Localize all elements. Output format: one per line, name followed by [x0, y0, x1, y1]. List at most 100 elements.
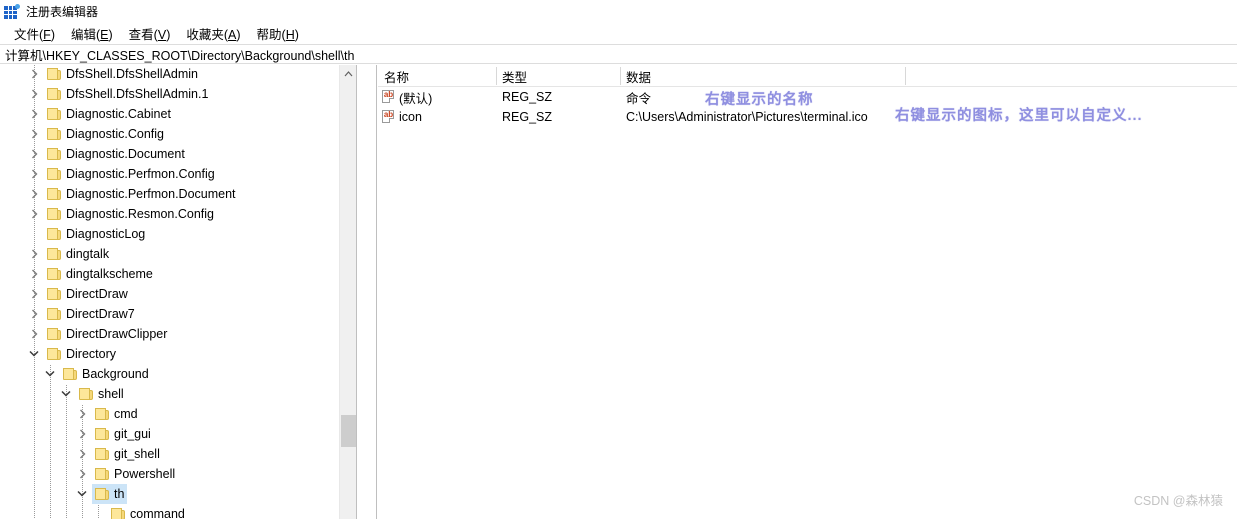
main-content: DfsShell.DfsShellAdmin DfsShell.DfsShellA… [0, 65, 1237, 519]
pane-splitter[interactable] [356, 65, 377, 519]
tree-item[interactable]: git_gui [0, 424, 356, 444]
chevron-right-icon[interactable] [76, 464, 92, 484]
chevron-down-icon[interactable] [28, 344, 44, 364]
tree-item[interactable]: Diagnostic.Resmon.Config [0, 204, 356, 224]
tree-item[interactable]: DirectDraw7 [0, 304, 356, 324]
folder-icon [92, 404, 112, 424]
tree-leaf-spacer [28, 224, 44, 244]
tree-item-label: cmd [114, 407, 138, 421]
chevron-right-icon[interactable] [76, 444, 92, 464]
value-type-cell: REG_SZ [502, 110, 553, 124]
chevron-right-icon[interactable] [28, 204, 44, 224]
folder-icon [44, 84, 64, 104]
chevron-down-icon[interactable] [76, 484, 92, 504]
folder-icon [108, 504, 128, 519]
tree-item-label: Diagnostic.Config [66, 127, 164, 141]
chevron-right-icon[interactable] [28, 304, 44, 324]
value-name-cell: ab (默认) [382, 87, 432, 107]
chevron-down-icon[interactable] [44, 364, 60, 384]
tree-item[interactable]: Directory [0, 344, 356, 364]
tree-item[interactable]: Diagnostic.Perfmon.Document [0, 184, 356, 204]
tree-item[interactable]: th [0, 484, 356, 504]
folder-icon [60, 364, 80, 384]
folder-icon [44, 284, 64, 304]
address-bar[interactable]: 计算机\HKEY_CLASSES_ROOT\Directory\Backgrou… [0, 44, 1237, 64]
menu-edit[interactable]: 编辑(E) [64, 22, 120, 45]
chevron-right-icon[interactable] [28, 104, 44, 124]
annotation-text: 右键显示的图标，这里可以自定义... [895, 108, 1143, 124]
tree-leaf-spacer [92, 504, 108, 519]
column-header[interactable]: 名称 [378, 65, 496, 87]
tree-item[interactable]: command [0, 504, 356, 519]
tree-item[interactable]: Background [0, 364, 356, 384]
value-name-cell: ab icon [382, 107, 422, 127]
tree-item-label: Diagnostic.Document [66, 147, 185, 161]
folder-icon [44, 344, 64, 364]
registry-path: 计算机\HKEY_CLASSES_ROOT\Directory\Backgrou… [5, 48, 355, 63]
folder-icon [92, 484, 112, 504]
values-column-header: 名称 类型 数据 [378, 65, 1237, 87]
chevron-right-icon[interactable] [28, 184, 44, 204]
menu-file[interactable]: 文件(F) [7, 22, 62, 45]
string-value-icon: ab [382, 110, 396, 124]
tree-item[interactable]: Diagnostic.Document [0, 144, 356, 164]
tree-item[interactable]: cmd [0, 404, 356, 424]
column-divider[interactable] [905, 67, 906, 85]
tree-item[interactable]: DiagnosticLog [0, 224, 356, 244]
value-data-cell: C:\Users\Administrator\Pictures\terminal… [626, 110, 868, 124]
value-type-cell: REG_SZ [502, 90, 553, 104]
tree-item[interactable]: Diagnostic.Config [0, 124, 356, 144]
menu-view[interactable]: 查看(V) [122, 22, 178, 45]
column-divider[interactable] [620, 67, 621, 85]
tree-item[interactable]: git_shell [0, 444, 356, 464]
chevron-right-icon[interactable] [28, 144, 44, 164]
tree-scroll-region[interactable]: DfsShell.DfsShellAdmin DfsShell.DfsShellA… [0, 65, 356, 519]
chevron-right-icon[interactable] [76, 424, 92, 444]
tree-item-label: Diagnostic.Cabinet [66, 107, 171, 121]
tree-item-label: Diagnostic.Resmon.Config [66, 207, 214, 221]
chevron-right-icon[interactable] [28, 84, 44, 104]
tree-item[interactable]: Diagnostic.Cabinet [0, 104, 356, 124]
scroll-thumb[interactable] [341, 415, 356, 447]
column-header[interactable]: 类型 [496, 65, 620, 87]
folder-icon [92, 444, 112, 464]
tree-item[interactable]: dingtalkscheme [0, 264, 356, 284]
chevron-right-icon[interactable] [28, 124, 44, 144]
tree-item-label: DirectDraw7 [66, 307, 135, 321]
tree-item[interactable]: DfsShell.DfsShellAdmin [0, 65, 356, 84]
registry-values-pane: 名称 类型 数据 ab (默认) REG_SZ 命令 ab icon REG_SZ C:\User… [378, 65, 1237, 519]
chevron-right-icon[interactable] [28, 284, 44, 304]
column-header[interactable]: 数据 [620, 65, 905, 87]
chevron-right-icon[interactable] [28, 264, 44, 284]
folder-icon [44, 204, 64, 224]
menu-favorites[interactable]: 收藏夹(A) [179, 22, 247, 45]
menu-help[interactable]: 帮助(H) [250, 22, 306, 45]
title-bar: 注册表编辑器 [0, 0, 1237, 23]
tree-item[interactable]: shell [0, 384, 356, 404]
folder-icon [44, 244, 64, 264]
tree-vertical-scrollbar[interactable] [339, 65, 356, 519]
tree-item[interactable]: Powershell [0, 464, 356, 484]
tree-item-label: Directory [66, 347, 117, 361]
folder-icon [44, 65, 64, 84]
chevron-right-icon[interactable] [28, 65, 44, 84]
column-divider[interactable] [496, 67, 497, 85]
tree-item-label: DiagnosticLog [66, 227, 146, 241]
tree-item-label: Powershell [114, 467, 176, 481]
scroll-up-button[interactable] [340, 65, 356, 82]
value-name: icon [399, 110, 422, 124]
chevron-right-icon[interactable] [28, 244, 44, 264]
tree-item[interactable]: dingtalk [0, 244, 356, 264]
chevron-down-icon[interactable] [60, 384, 76, 404]
tree-item-label: dingtalk [66, 247, 110, 261]
tree-item[interactable]: DirectDraw [0, 284, 356, 304]
tree-item-label: dingtalkscheme [66, 267, 153, 281]
tree-item[interactable]: DfsShell.DfsShellAdmin.1 [0, 84, 356, 104]
tree-item[interactable]: Diagnostic.Perfmon.Config [0, 164, 356, 184]
folder-icon [92, 464, 112, 484]
chevron-right-icon[interactable] [28, 164, 44, 184]
chevron-right-icon[interactable] [28, 324, 44, 344]
window-title: 注册表编辑器 [26, 4, 99, 19]
chevron-right-icon[interactable] [76, 404, 92, 424]
tree-item[interactable]: DirectDrawClipper [0, 324, 356, 344]
